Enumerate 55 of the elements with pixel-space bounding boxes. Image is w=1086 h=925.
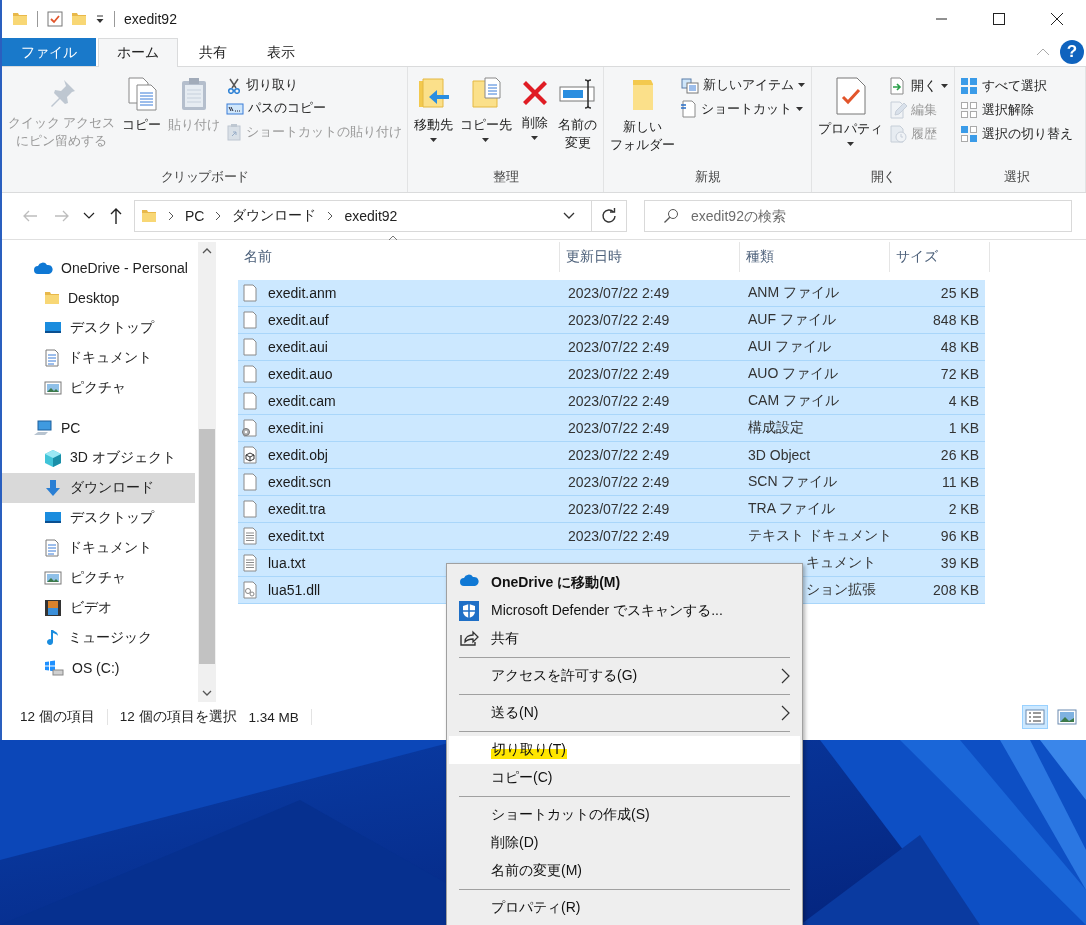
- window-title: exedit92: [124, 11, 177, 27]
- size-cell-text: 11 KB: [940, 474, 980, 490]
- file-name-text: lua51.dll: [268, 582, 321, 598]
- type-cell-text: ANM ファイル: [747, 284, 840, 302]
- size-cell-text: 2 KB: [947, 501, 980, 517]
- size-cell-text: 4 KB: [947, 393, 980, 409]
- file-name-text: exedit.auo: [268, 366, 333, 382]
- date-cell-text: 2023/07/22 2:49: [567, 312, 671, 328]
- size-cell-text: 96 KB: [939, 528, 980, 544]
- size-cell-text: 1 KB: [947, 420, 980, 436]
- type-cell-text: AUO ファイル: [747, 365, 840, 383]
- type-cell-text: SCN ファイル: [747, 473, 839, 491]
- size-cell-text: 208 KB: [932, 582, 980, 598]
- file-name-text: exedit.scn: [268, 474, 332, 490]
- date-cell-text: 2023/07/22 2:49: [567, 501, 671, 517]
- date-cell-text: 2023/07/22 2:49: [567, 420, 671, 436]
- group-label: クリップボード: [159, 168, 250, 186]
- type-cell-text: CAM ファイル: [747, 392, 840, 410]
- file-name-text: exedit.txt: [268, 528, 325, 544]
- file-name-text: exedit.auf: [268, 312, 329, 328]
- file-name-text: exedit.tra: [268, 501, 326, 517]
- type-cell-text: ション拡張: [805, 581, 877, 599]
- file-name-text: exedit.ini: [268, 420, 324, 436]
- size-cell-text: 72 KB: [939, 366, 980, 382]
- date-cell-text: 2023/07/22 2:49: [567, 393, 671, 409]
- type-cell-text: 3D Object: [747, 447, 812, 463]
- date-cell-text: 2023/07/22 2:49: [567, 447, 671, 463]
- size-cell-text: 39 KB: [939, 555, 980, 571]
- type-cell-text: AUI ファイル: [747, 338, 833, 356]
- size-cell-text: 48 KB: [939, 339, 980, 355]
- group-label: 開く: [869, 168, 898, 186]
- type-cell-text: キュメント: [805, 554, 877, 572]
- date-cell-text: 2023/07/22 2:49: [567, 339, 671, 355]
- selection-size: 1.34 MB: [248, 709, 299, 725]
- date-cell-text: 2023/07/22 2:49: [567, 528, 671, 544]
- date-cell-text: 2023/07/22 2:49: [567, 474, 671, 490]
- date-cell-text: 2023/07/22 2:49: [567, 366, 671, 382]
- file-name-text: exedit.obj: [268, 447, 328, 463]
- type-cell-text: AUF ファイル: [747, 311, 837, 329]
- file-name-text: exedit.anm: [268, 285, 337, 301]
- group-label: 選択: [1003, 168, 1031, 186]
- type-cell-text: 構成設定: [747, 419, 805, 437]
- size-cell-text: 848 KB: [932, 312, 980, 328]
- file-name-text: exedit.cam: [268, 393, 336, 409]
- group-label: 新規: [694, 168, 722, 186]
- type-cell-text: テキスト ドキュメント: [747, 527, 890, 545]
- file-name-text: lua.txt: [268, 555, 306, 571]
- date-cell-text: 2023/07/22 2:49: [567, 285, 671, 301]
- item-count: 12 個の項目: [20, 708, 95, 726]
- file-name-text: exedit.aui: [268, 339, 328, 355]
- type-cell-text: TRA ファイル: [747, 500, 837, 518]
- group-label: 整理: [492, 168, 520, 186]
- selection-count: 12 個の項目を選択: [119, 708, 237, 726]
- size-cell-text: 26 KB: [939, 447, 980, 463]
- size-cell-text: 25 KB: [939, 285, 980, 301]
